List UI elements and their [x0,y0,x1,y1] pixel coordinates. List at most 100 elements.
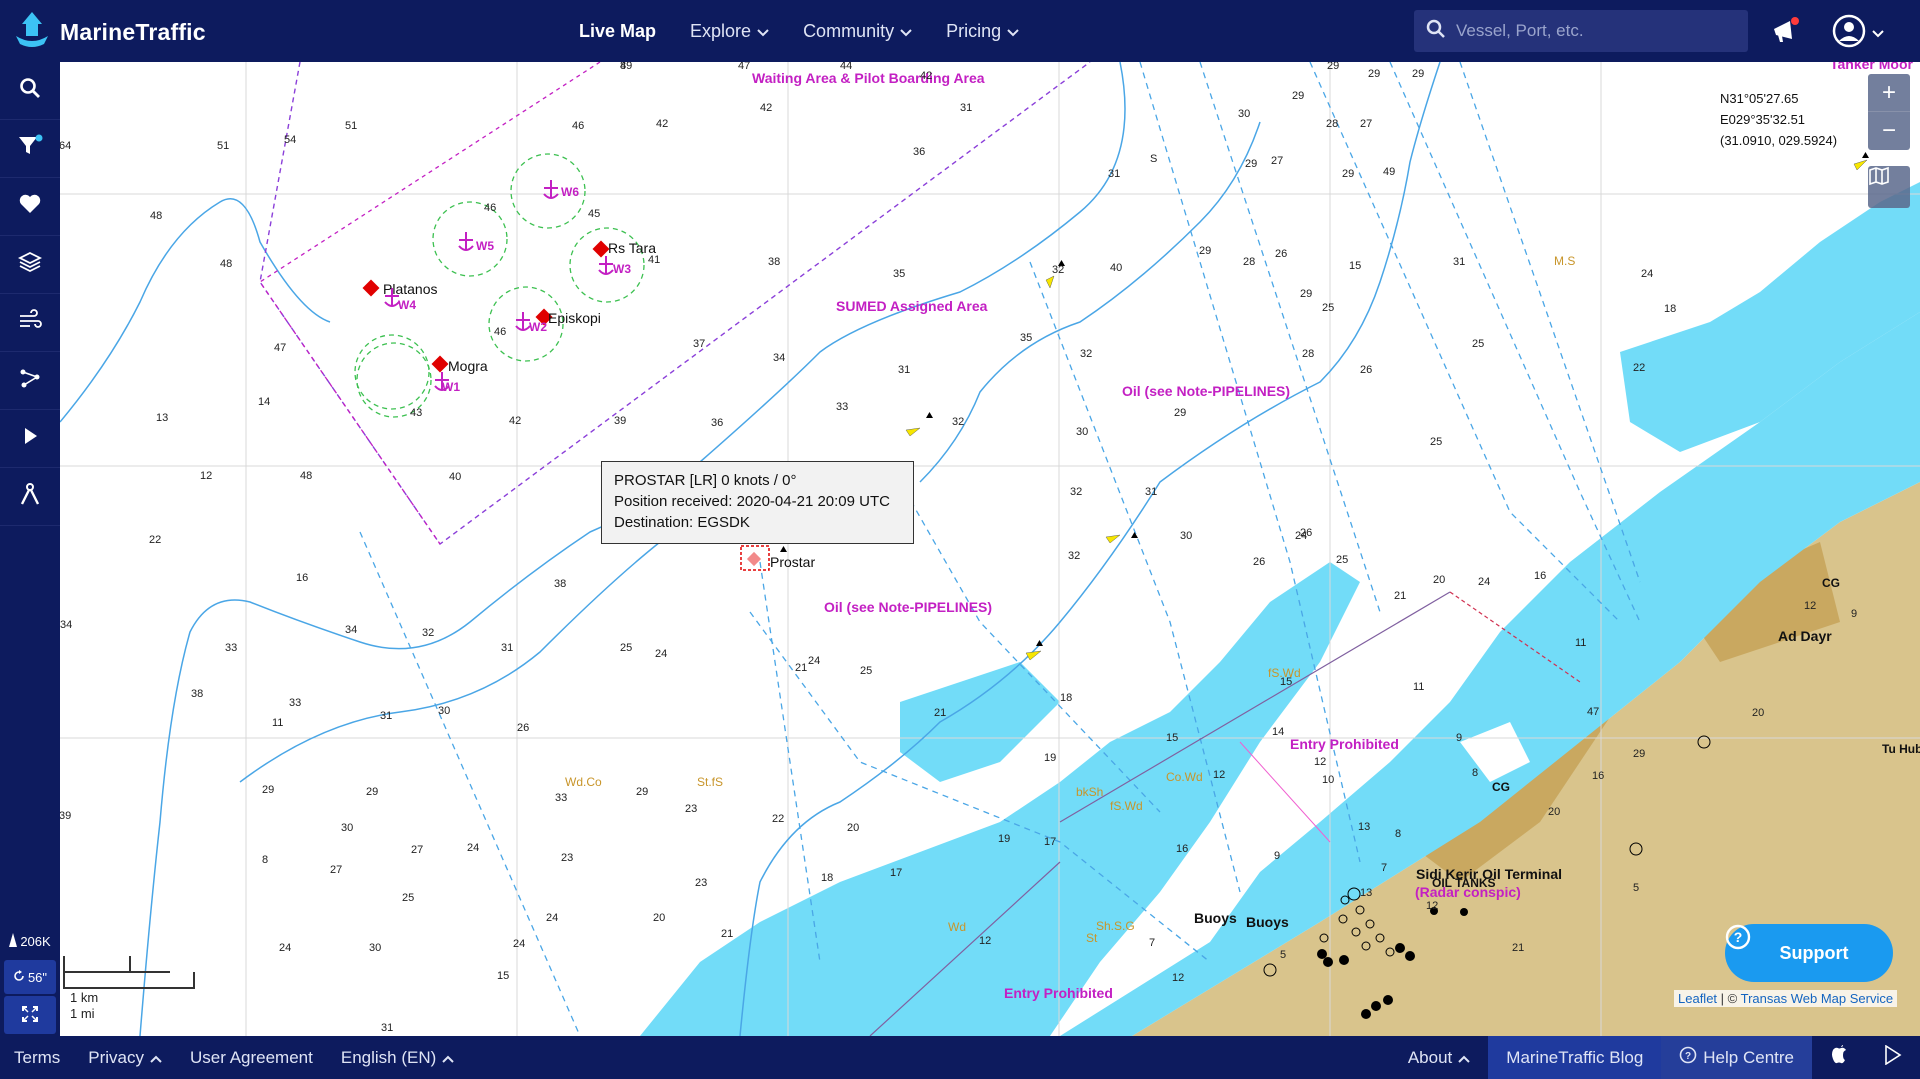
search-box[interactable] [1414,10,1748,52]
depth-sounding: 20 [847,822,860,834]
sidebar-filter-button[interactable] [0,120,60,178]
depth-sounding: 11 [272,717,284,729]
play-icon [20,426,40,451]
depth-sounding: 44 [840,62,853,72]
depth-sounding: 8 [620,62,627,72]
nav-pricing[interactable]: Pricing [946,21,1019,42]
depth-sounding: 25 [1322,302,1335,314]
depth-sounding: 15 [497,970,510,982]
refresh-timer[interactable]: 56" [4,960,56,994]
footer-blog-label: MarineTraffic Blog [1506,1047,1644,1067]
depth-sounding: 11 [1575,637,1587,649]
zoom-controls: + − [1868,74,1910,150]
platanos-label: Platanos [383,281,438,297]
depth-sounding: 29 [1633,748,1646,760]
footer-user-agreement-label: User Agreement [190,1047,313,1067]
depth-sounding: 24 [1641,268,1654,280]
search-input[interactable] [1456,21,1726,41]
footer-blog-link[interactable]: MarineTraffic Blog [1488,1036,1662,1079]
depth-sounding: 25 [402,892,415,904]
depth-sounding: 48 [220,258,233,270]
depth-sounding: 12 [200,470,213,482]
sumed-area-label: SUMED Assigned Area [836,298,988,314]
notifications-button[interactable] [1770,16,1802,51]
tanker-moor-label: Tanker Moor [1830,62,1913,72]
depth-sounding: 24 [279,942,292,954]
depth-sounding: 40 [1110,262,1123,274]
chevron-down-icon [900,21,912,42]
depth-sounding: 45 [588,208,601,220]
footer-privacy-link[interactable]: Privacy [88,1048,162,1068]
buoys-label: Buoys [1194,910,1237,926]
depth-sounding: 32 [422,627,435,639]
nav-explore-label: Explore [690,20,752,41]
depth-sounding: 48 [150,210,163,222]
footer-about-label: About [1407,1047,1453,1067]
depth-sounding: 12 [1314,756,1327,768]
depth-sounding: 33 [225,642,238,654]
hub-label: Tu Hub [1882,742,1920,756]
logo[interactable]: MarineTraffic [12,10,206,55]
depth-sounding: 27 [1360,118,1373,130]
depth-sounding: 43 [410,407,423,419]
search-icon [1426,19,1446,44]
sidebar-weather-button[interactable] [0,294,60,352]
depth-sounding: 18 [1664,303,1677,315]
depth-sounding: 33 [555,792,568,804]
depth-sounding: 8 [262,854,269,866]
depth-sounding: 17 [890,867,903,879]
depth-sounding: 20 [653,912,666,924]
scale-mi: 1 mi [70,1006,95,1021]
depth-sounding: 27 [330,864,343,876]
footer-user-agreement-link[interactable]: User Agreement [190,1048,313,1068]
depth-sounding: 29 [636,786,649,798]
nav-live-map[interactable]: Live Map [579,21,656,42]
sidebar-measure-button[interactable] [0,468,60,526]
depth-sounding: 12 [1426,900,1439,912]
depth-sounding: 29 [1368,68,1381,80]
sidebar-favourites-button[interactable] [0,178,60,236]
user-menu-button[interactable] [1832,14,1884,53]
sidebar-layers-button[interactable] [0,236,60,294]
depth-sounding: 38 [191,688,204,700]
depth-sounding: 37 [693,338,706,350]
depth-sounding: 32 [952,416,965,428]
leaflet-link[interactable]: Leaflet [1678,991,1717,1006]
google-play-link[interactable] [1866,1036,1920,1079]
depth-sounding: 22 [1633,362,1646,374]
depth-sounding: 30 [1180,530,1193,542]
zoom-in-button[interactable]: + [1868,74,1910,112]
support-button[interactable]: ? Support [1725,924,1893,982]
map-type-button[interactable] [1868,166,1910,208]
sidebar-playback-button[interactable] [0,410,60,468]
left-toolbar: 206K 56" [0,62,60,1036]
sidebar-routes-button[interactable] [0,352,60,410]
footer-language-select[interactable]: English (EN) [341,1048,454,1068]
nautical-chart-map[interactable]: Waiting Area & Pilot Boarding Area SUMED… [60,62,1920,1036]
depth-sounding: 25 [1430,436,1443,448]
chevron-up-icon [1458,1048,1470,1068]
depth-sounding: 40 [449,471,462,483]
depth-sounding: 5 [1280,949,1287,961]
footer-right: About MarineTraffic Blog ? Help Centre [1390,1036,1920,1079]
chevron-down-icon [757,21,769,42]
footer-terms-link[interactable]: Terms [14,1048,60,1068]
nav-community[interactable]: Community [803,21,912,42]
transas-link[interactable]: Transas Web Map Service [1741,991,1893,1006]
depth-sounding: 31 [960,102,973,114]
footer-help-link[interactable]: ? Help Centre [1661,1036,1812,1079]
sidebar-search-button[interactable] [0,62,60,120]
depth-sounding: 29 [1342,168,1355,180]
footer-about-menu[interactable]: About [1390,1036,1488,1079]
nav-explore[interactable]: Explore [690,21,769,42]
apple-app-link[interactable] [1812,1036,1866,1079]
prostar-vessel-label[interactable]: Prostar [770,554,815,570]
depth-sounding: 47 [274,342,287,354]
zoom-out-button[interactable]: − [1868,112,1910,150]
fullscreen-button[interactable] [4,996,56,1034]
entry-prohibited-label: Entry Prohibited [1290,736,1399,752]
seabed-ms-label: M.S [1554,254,1576,268]
depth-sounding: 46 [494,326,507,338]
depth-sounding: 29 [1174,407,1187,419]
depth-sounding: 25 [1336,554,1349,566]
